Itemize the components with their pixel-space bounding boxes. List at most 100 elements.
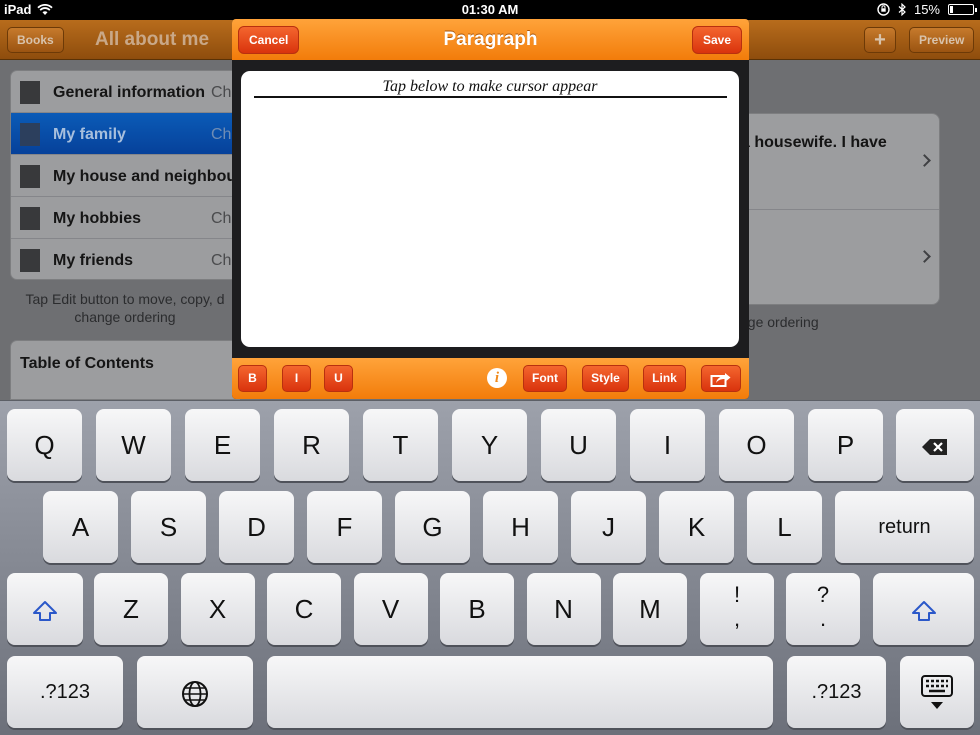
list-item-label: My hobbies <box>53 210 142 227</box>
preview-button: Preview <box>909 27 975 53</box>
key-t[interactable]: T <box>363 409 438 481</box>
key-f[interactable]: F <box>307 491 382 563</box>
key-p[interactable]: P <box>808 409 883 481</box>
key-h[interactable]: H <box>483 491 558 563</box>
battery-icon <box>948 4 977 15</box>
key-top-char: ? <box>816 582 830 607</box>
numbers-key-right[interactable]: .?123 <box>787 656 886 728</box>
toc-section: Table of Contents <box>10 340 240 400</box>
format-toolbar: B I U i Font Style Link <box>232 358 749 399</box>
list-item-label: My friends <box>53 252 134 269</box>
key-s[interactable]: S <box>131 491 206 563</box>
list-item-label: My family <box>53 126 126 143</box>
share-button[interactable] <box>701 365 741 392</box>
status-time: 01:30 AM <box>461 2 519 17</box>
shift-key-left[interactable] <box>7 573 83 645</box>
question-period-key[interactable]: ? . <box>786 573 860 645</box>
globe-key[interactable] <box>137 656 253 728</box>
style-button[interactable]: Style <box>582 365 629 392</box>
editor-divider <box>254 96 727 98</box>
document-icon <box>20 207 40 230</box>
underline-button[interactable]: U <box>324 365 353 392</box>
list-item: General information Ch <box>11 71 239 113</box>
document-icon <box>20 81 40 104</box>
key-o[interactable]: O <box>719 409 794 481</box>
key-l[interactable]: L <box>747 491 822 563</box>
key-q[interactable]: Q <box>7 409 82 481</box>
editor-hint: Tap below to make cursor appear <box>382 78 598 95</box>
background-title: All about me <box>95 29 210 50</box>
key-k[interactable]: K <box>659 491 734 563</box>
paragraph-popover: Cancel Paragraph Save Tap below to make … <box>232 19 749 399</box>
key-u[interactable]: U <box>541 409 616 481</box>
list-item-selected: My family Cha <box>11 113 239 155</box>
bold-button[interactable]: B <box>238 365 267 392</box>
list-item-label: General information <box>53 84 206 101</box>
key-d[interactable]: D <box>219 491 294 563</box>
link-button[interactable]: Link <box>643 365 686 392</box>
key-j[interactable]: J <box>571 491 646 563</box>
info-icon[interactable]: i <box>487 368 507 388</box>
key-e[interactable]: E <box>185 409 260 481</box>
exclamation-comma-key[interactable]: ! , <box>700 573 774 645</box>
return-key[interactable]: return <box>835 491 974 563</box>
key-top-char: ! <box>733 582 741 607</box>
hide-keyboard-icon <box>921 675 953 709</box>
shift-icon <box>911 601 936 622</box>
share-icon <box>710 372 731 387</box>
status-bar: iPad 01:30 AM 15% <box>0 0 980 20</box>
detail-hint: nge ordering <box>740 314 819 330</box>
chevron-right-icon <box>918 250 931 263</box>
key-c[interactable]: C <box>267 573 341 645</box>
on-screen-keyboard: QWERTYUIOP ASDFGHJKL ZXCVBNM return ! , … <box>0 400 980 735</box>
document-icon <box>20 249 40 272</box>
key-v[interactable]: V <box>353 573 428 645</box>
font-button[interactable]: Font <box>523 365 567 392</box>
key-m[interactable]: M <box>613 573 687 645</box>
numbers-key-left[interactable]: .?123 <box>7 656 123 728</box>
detail-text: a housewife. I have <box>741 134 887 151</box>
key-y[interactable]: Y <box>452 409 527 481</box>
chevron-right-icon <box>918 154 931 167</box>
paragraph-editor[interactable]: Tap below to make cursor appear <box>241 71 739 347</box>
list-hint: Tap Edit button to move, copy, d change … <box>25 291 225 325</box>
document-icon <box>20 123 40 146</box>
key-n[interactable]: N <box>526 573 601 645</box>
key-r[interactable]: R <box>274 409 349 481</box>
key-w[interactable]: W <box>96 409 171 481</box>
chapter-list: General information Ch My family Cha My … <box>10 70 240 280</box>
delete-icon <box>922 439 947 456</box>
detail-row: a housewife. I have <box>741 114 939 210</box>
delete-key[interactable] <box>896 409 974 481</box>
list-item: My house and neighbou <box>11 155 239 197</box>
key-b[interactable]: B <box>440 573 514 645</box>
key-x[interactable]: X <box>180 573 255 645</box>
save-button[interactable]: Save <box>691 26 742 54</box>
list-item-label: My house and neighbou <box>53 168 237 185</box>
key-g[interactable]: G <box>395 491 470 563</box>
books-button: Books <box>7 27 64 53</box>
popover-header: Cancel Paragraph Save <box>232 19 749 60</box>
rotation-lock-icon <box>877 3 890 16</box>
hide-keyboard-key[interactable] <box>900 656 974 728</box>
key-bottom-char: , <box>733 606 741 631</box>
popover-title: Paragraph <box>443 29 538 50</box>
space-key[interactable] <box>267 656 773 728</box>
list-item: My hobbies Cha <box>11 197 239 239</box>
shift-key-right[interactable] <box>873 573 974 645</box>
add-button: + <box>864 27 896 53</box>
list-item: My friends Cha <box>11 239 239 279</box>
key-a[interactable]: A <box>43 491 118 563</box>
detail-panel: a housewife. I have <box>740 113 940 305</box>
toc-label: Table of Contents <box>20 355 154 372</box>
italic-button[interactable]: I <box>282 365 311 392</box>
key-i[interactable]: I <box>630 409 705 481</box>
globe-icon <box>182 681 208 708</box>
document-icon <box>20 165 40 188</box>
list-item-subtitle: Ch <box>211 84 232 101</box>
battery-percent: 15% <box>913 2 940 17</box>
shift-icon <box>33 601 57 622</box>
key-z[interactable]: Z <box>94 573 168 645</box>
bluetooth-icon <box>898 3 906 16</box>
status-right: 15% <box>877 2 977 17</box>
